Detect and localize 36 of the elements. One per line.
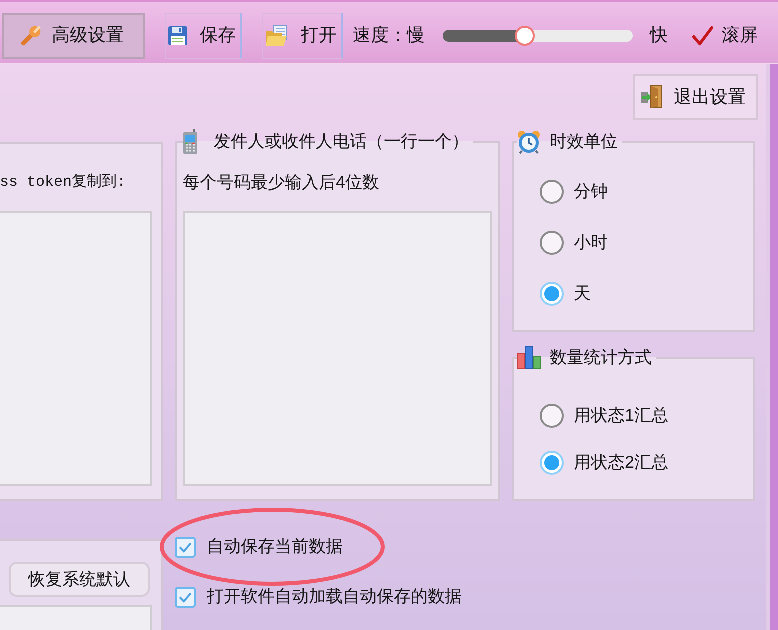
group-title: 发件人或收件人电话（一行一个） bbox=[214, 131, 469, 154]
radio-button[interactable] bbox=[540, 451, 564, 475]
slider-thumb[interactable] bbox=[514, 26, 535, 46]
radio-button[interactable] bbox=[540, 231, 564, 255]
toolbar-button[interactable]: 高级设置 bbox=[2, 12, 145, 58]
radio-label: 用状态1汇总 bbox=[574, 405, 668, 428]
checkbox[interactable] bbox=[175, 586, 196, 608]
radio-label: 小时 bbox=[574, 232, 608, 254]
radio-button[interactable] bbox=[540, 180, 564, 204]
radio-label: 用状态2汇总 bbox=[574, 452, 668, 474]
speed-slider-track[interactable] bbox=[443, 26, 633, 46]
radio-button[interactable] bbox=[540, 282, 564, 306]
folder-icon bbox=[265, 24, 289, 46]
phone-list-field[interactable] bbox=[183, 211, 492, 486]
scroll-toggle[interactable]: 滚屏 bbox=[692, 16, 758, 56]
toolbar-button[interactable]: 打开 bbox=[262, 12, 343, 58]
speed-label: 速度：慢 bbox=[353, 24, 425, 47]
exit-settings-button[interactable]: 退出设置 bbox=[633, 74, 758, 120]
token-copy-label: ss token复制到: bbox=[0, 172, 128, 193]
checkbox[interactable] bbox=[175, 536, 196, 558]
radio-label: 天 bbox=[574, 283, 591, 306]
phone-hint-label: 每个号码最少输入后4位数 bbox=[183, 172, 380, 194]
speed-max-label: 快 bbox=[650, 24, 668, 47]
wrench-icon bbox=[20, 24, 42, 46]
group-title: 时效单位 bbox=[550, 131, 618, 154]
toolbar-button[interactable]: 保存 bbox=[165, 12, 242, 58]
radio-button[interactable] bbox=[540, 404, 564, 428]
radio-label: 分钟 bbox=[574, 181, 608, 204]
bar-chart-icon bbox=[517, 346, 541, 370]
door-exit-icon bbox=[641, 85, 663, 109]
checkbox-label: 打开软件自动加载自动保存的数据 bbox=[207, 586, 462, 608]
group-title: 数量统计方式 bbox=[550, 347, 652, 370]
restore-defaults-button[interactable]: 恢复系统默认 bbox=[9, 562, 150, 597]
alarm-clock-icon bbox=[517, 130, 541, 154]
token-text-field[interactable] bbox=[0, 211, 152, 486]
checkbox-label: 自动保存当前数据 bbox=[207, 536, 343, 558]
